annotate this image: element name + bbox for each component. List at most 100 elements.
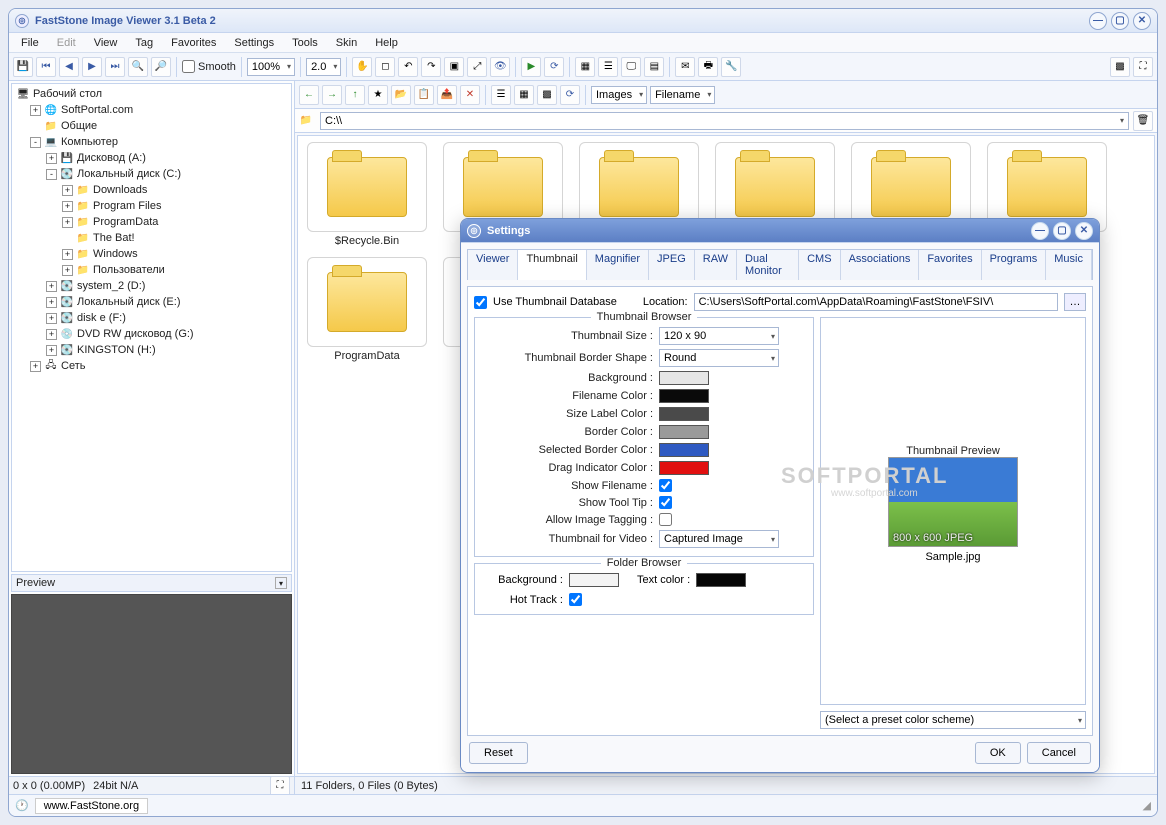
email-icon[interactable]: ✉: [675, 57, 695, 77]
open-icon[interactable]: 📂: [391, 85, 411, 105]
tree-node[interactable]: +💽Локальный диск (E:): [14, 294, 289, 310]
tree-node[interactable]: +📁Windows: [14, 246, 289, 262]
tree-toggle-icon[interactable]: +: [62, 265, 73, 276]
tree-toggle-icon[interactable]: +: [46, 329, 57, 340]
nav-prev-icon[interactable]: ◀: [59, 57, 79, 77]
play-icon[interactable]: ▶: [521, 57, 541, 77]
tree-toggle-icon[interactable]: +: [46, 153, 57, 164]
refresh-icon[interactable]: ⟳: [544, 57, 564, 77]
tree-node[interactable]: -💻Компьютер: [14, 134, 289, 150]
trash-icon[interactable]: 🗑: [1133, 111, 1153, 131]
tab-associations[interactable]: Associations: [841, 250, 920, 280]
zoom-in-icon[interactable]: 🔍: [128, 57, 148, 77]
view-large-icon[interactable]: ▩: [537, 85, 557, 105]
minimize-button[interactable]: —: [1031, 222, 1049, 240]
tree-node[interactable]: +📁Program Files: [14, 198, 289, 214]
tree-node[interactable]: +📁ProgramData: [14, 214, 289, 230]
tab-cms[interactable]: CMS: [799, 250, 840, 280]
thumb-item[interactable]: $Recycle.Bin: [304, 142, 430, 247]
move-icon[interactable]: 📤: [437, 85, 457, 105]
tab-thumbnail[interactable]: Thumbnail: [518, 250, 586, 280]
nav-last-icon[interactable]: ⏭: [105, 57, 125, 77]
screen-icon[interactable]: 🖵: [621, 57, 641, 77]
view-list-icon[interactable]: ☰: [491, 85, 511, 105]
tree-toggle-icon[interactable]: +: [46, 345, 57, 356]
tree-node[interactable]: +💽KINGSTON (H:): [14, 342, 289, 358]
contact-icon[interactable]: ▤: [644, 57, 664, 77]
tab-dual-monitor[interactable]: Dual Monitor: [737, 250, 799, 280]
menu-file[interactable]: File: [13, 35, 47, 51]
reload-icon[interactable]: ⟳: [560, 85, 580, 105]
main-titlebar[interactable]: ◎ FastStone Image Viewer 3.1 Beta 2 — ▢ …: [9, 9, 1157, 33]
menu-view[interactable]: View: [86, 35, 126, 51]
selected-border-swatch[interactable]: [659, 443, 709, 457]
pin-icon[interactable]: ◎: [467, 224, 481, 238]
tree-node[interactable]: 📁Общие: [14, 118, 289, 134]
tree-node[interactable]: +💿DVD RW дисковод (G:): [14, 326, 289, 342]
tree-toggle-icon[interactable]: +: [30, 361, 41, 372]
filename-color-swatch[interactable]: [659, 389, 709, 403]
rotate-left-icon[interactable]: ↶: [398, 57, 418, 77]
reset-button[interactable]: Reset: [469, 742, 528, 764]
copy-icon[interactable]: 📋: [414, 85, 434, 105]
pin-icon[interactable]: ◎: [15, 14, 29, 28]
view-small-icon[interactable]: ▦: [514, 85, 534, 105]
app-url[interactable]: www.FastStone.org: [35, 798, 148, 814]
show-filename-checkbox[interactable]: [659, 479, 672, 492]
menu-edit[interactable]: Edit: [49, 35, 84, 51]
allow-tagging-checkbox[interactable]: [659, 513, 672, 526]
forward-icon[interactable]: →: [322, 85, 342, 105]
menu-settings[interactable]: Settings: [226, 35, 282, 51]
menu-tag[interactable]: Tag: [127, 35, 161, 51]
tree-toggle-icon[interactable]: +: [62, 201, 73, 212]
sort-select[interactable]: Filename: [650, 86, 715, 104]
folder-text-swatch[interactable]: [696, 573, 746, 587]
tab-music[interactable]: Music: [1046, 250, 1092, 280]
border-color-swatch[interactable]: [659, 425, 709, 439]
location-input[interactable]: C:\Users\SoftPortal.com\AppData\Roaming\…: [694, 293, 1058, 311]
preview-toggle-icon[interactable]: ▾: [275, 577, 287, 589]
tree-toggle-icon[interactable]: +: [46, 297, 57, 308]
tree-node[interactable]: +🖧Сеть: [14, 358, 289, 374]
hand-icon[interactable]: ✋: [352, 57, 372, 77]
address-input[interactable]: C:\\: [320, 112, 1129, 130]
tree-node[interactable]: +📁Downloads: [14, 182, 289, 198]
tree-node[interactable]: +💾Дисковод (A:): [14, 150, 289, 166]
save-icon[interactable]: 💾: [13, 57, 33, 77]
resize-icon[interactable]: ⤢: [467, 57, 487, 77]
bg-color-swatch[interactable]: [659, 371, 709, 385]
tool-icon[interactable]: 🔧: [721, 57, 741, 77]
grid-icon[interactable]: ▦: [575, 57, 595, 77]
maximize-button[interactable]: ▢: [1053, 222, 1071, 240]
menu-help[interactable]: Help: [367, 35, 406, 51]
thumb-item[interactable]: ProgramData: [304, 257, 430, 362]
print-icon[interactable]: 🖶: [698, 57, 718, 77]
tree-toggle-icon[interactable]: +: [46, 281, 57, 292]
tree-toggle-icon[interactable]: +: [62, 185, 73, 196]
menu-skin[interactable]: Skin: [328, 35, 365, 51]
browse-button[interactable]: …: [1064, 293, 1086, 311]
tab-raw[interactable]: RAW: [695, 250, 737, 280]
zoom-out-icon[interactable]: 🔎: [151, 57, 171, 77]
list-icon[interactable]: ☰: [598, 57, 618, 77]
tree-toggle-icon[interactable]: +: [46, 313, 57, 324]
ok-button[interactable]: OK: [975, 742, 1021, 764]
tree-toggle-icon[interactable]: +: [62, 249, 73, 260]
up-icon[interactable]: ↑: [345, 85, 365, 105]
tree-node[interactable]: +🌐SoftPortal.com: [14, 102, 289, 118]
thumb-size-select[interactable]: 120 x 90: [659, 327, 779, 345]
tree-root[interactable]: 🖥 Рабочий стол: [14, 86, 289, 102]
tree-toggle-icon[interactable]: +: [62, 217, 73, 228]
select-icon[interactable]: ◻: [375, 57, 395, 77]
menu-tools[interactable]: Tools: [284, 35, 326, 51]
maximize-button[interactable]: ▢: [1111, 12, 1129, 30]
tree-node[interactable]: +📁Пользователи: [14, 262, 289, 278]
filter-select[interactable]: Images: [591, 86, 647, 104]
cancel-button[interactable]: Cancel: [1027, 742, 1091, 764]
tree-node[interactable]: -💽Локальный диск (C:): [14, 166, 289, 182]
fullscreen-icon[interactable]: ⛶: [1133, 57, 1153, 77]
folder-tree[interactable]: 🖥 Рабочий стол +🌐SoftPortal.com📁Общие-💻К…: [11, 83, 292, 572]
tree-toggle-icon[interactable]: +: [30, 105, 41, 116]
skin-icon[interactable]: ▩: [1110, 57, 1130, 77]
hot-track-checkbox[interactable]: [569, 593, 582, 606]
